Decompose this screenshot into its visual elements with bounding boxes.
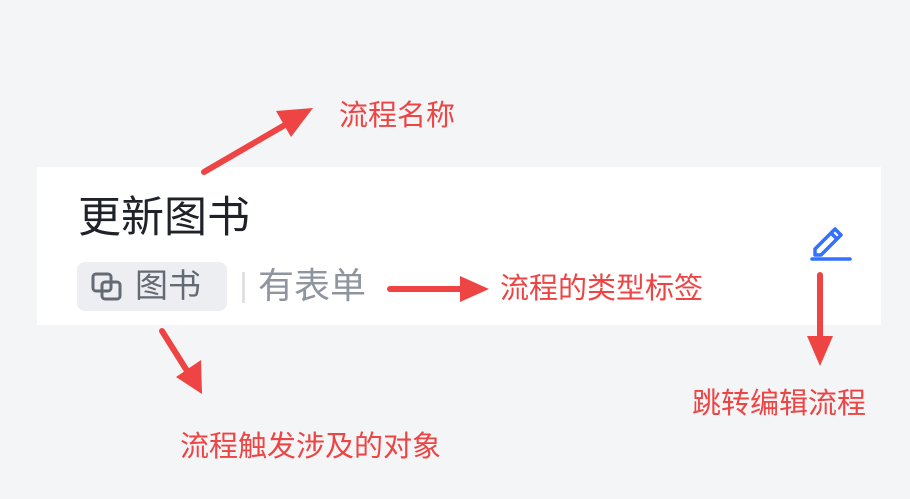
arrow-to-trigger-object bbox=[159, 328, 202, 394]
annotation-arrows bbox=[159, 108, 833, 394]
arrow-to-flow-type bbox=[387, 276, 489, 302]
arrow-to-edit-flow bbox=[807, 272, 833, 366]
arrow-to-flow-name bbox=[201, 108, 313, 175]
